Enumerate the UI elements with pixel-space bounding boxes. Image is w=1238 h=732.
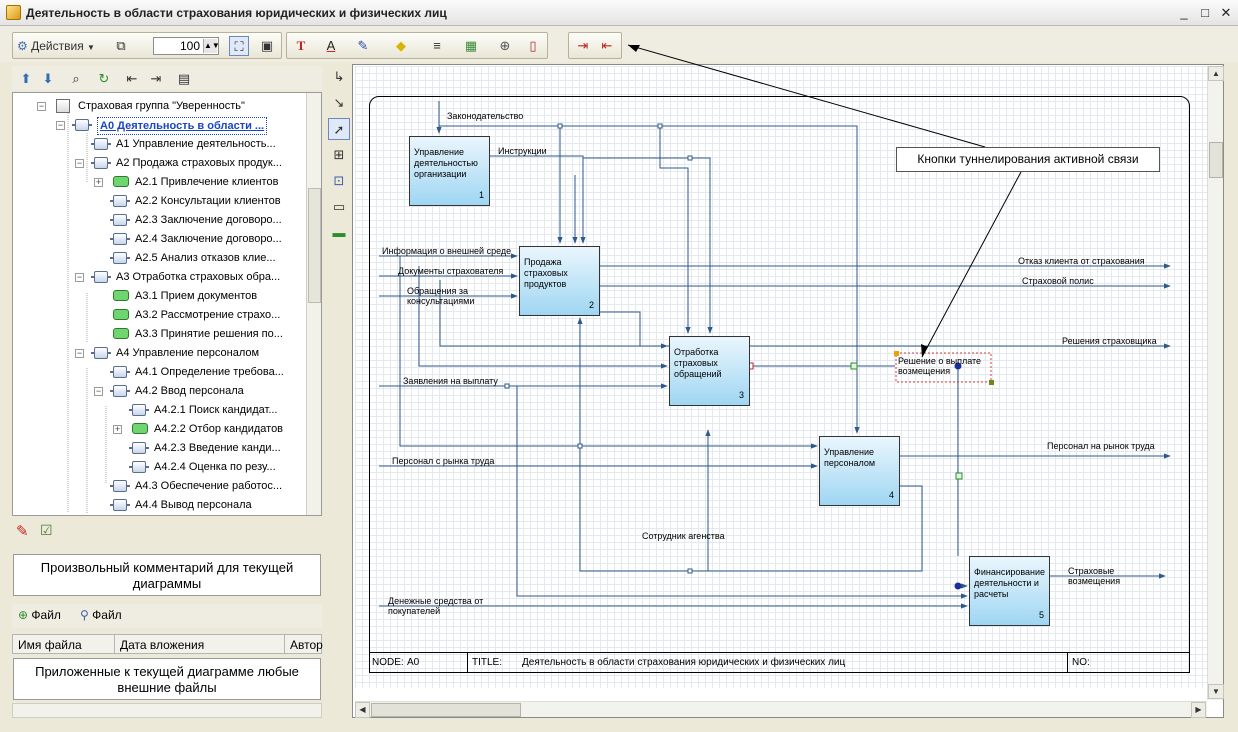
- arrow-label-compensation[interactable]: Страховые возмещения: [1068, 566, 1138, 586]
- activity-box-2[interactable]: Продажа страховых продуктов 2: [519, 246, 600, 316]
- no-label: NO:: [1072, 657, 1090, 668]
- arrow-label-staff-in[interactable]: Персонал с рынка труда: [392, 456, 494, 466]
- title-value: Деятельность в области страхования юриди…: [522, 657, 846, 668]
- activity-box-3[interactable]: Отработка страховых обращений 3: [669, 336, 750, 406]
- activity-box-5[interactable]: Финансирование деятельности и расчеты 5: [969, 556, 1050, 626]
- arrow-label-money-in[interactable]: Денежные средства от покупателей: [388, 596, 488, 616]
- node-value: A0: [407, 657, 420, 668]
- node-label: NODE:: [372, 657, 404, 668]
- arrow-label-policy[interactable]: Страховой полис: [1022, 276, 1094, 286]
- arrow-label-staff-out[interactable]: Персонал на рынок труда: [1047, 441, 1155, 451]
- diagram-arrows: [379, 44, 1171, 609]
- arrow-label-docs[interactable]: Документы страхователя: [398, 266, 503, 276]
- arrow-label-agent[interactable]: Сотрудник агенства: [642, 531, 725, 541]
- arrow-label-decisions[interactable]: Решения страховщика: [1062, 336, 1157, 346]
- tunnel-callout: Кнопки туннелирования активной связи: [896, 147, 1160, 172]
- title-label: TITLE:: [472, 657, 503, 668]
- arrow-label-payout[interactable]: Решение о выплате возмещения: [898, 356, 990, 376]
- arrow-label-law[interactable]: Законодательство: [447, 111, 523, 121]
- activity-box-4[interactable]: Управление персоналом 4: [819, 436, 900, 506]
- arrow-label-consult[interactable]: Обращения за консультациями: [407, 286, 495, 306]
- arrow-label-refusal[interactable]: Отказ клиента от страхования: [1018, 256, 1145, 266]
- diagram-footer: NODE: A0 TITLE: Деятельность в области с…: [369, 652, 1190, 673]
- arrow-label-info[interactable]: Информация о внешней среде: [382, 246, 511, 256]
- arrow-label-claims[interactable]: Заявления на выплату: [403, 376, 498, 386]
- arrow-label-instructions[interactable]: Инструкции: [498, 146, 547, 156]
- activity-box-1[interactable]: Управление деятельностью организации 1: [409, 136, 490, 206]
